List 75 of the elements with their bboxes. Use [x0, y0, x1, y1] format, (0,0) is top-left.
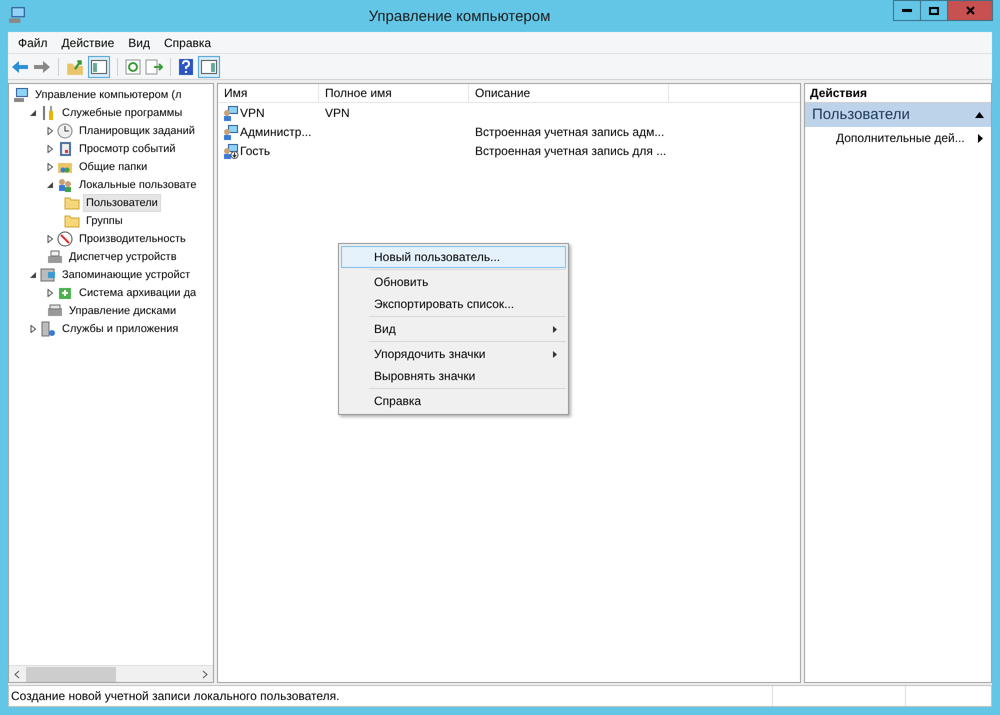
table-cell: Встроенная учетная запись адм... — [475, 124, 664, 138]
refresh-icon[interactable] — [125, 58, 141, 74]
panel-icon — [201, 60, 217, 74]
tree-item[interactable]: Группы — [83, 212, 126, 230]
column-header[interactable]: Имя — [218, 84, 319, 102]
collapsed-caret-icon[interactable] — [46, 235, 54, 243]
expanded-caret-icon[interactable] — [29, 109, 37, 117]
tree-item[interactable]: Служебные программы — [59, 104, 186, 122]
close-button[interactable] — [947, 0, 993, 21]
users-icon — [57, 177, 73, 193]
storage-icon — [40, 267, 56, 283]
disk-drive-icon — [47, 303, 63, 319]
menu-item[interactable]: Вид — [341, 318, 566, 340]
menu-item[interactable]: Действие — [56, 34, 120, 52]
close-icon — [966, 6, 974, 15]
column-header[interactable]: Описание — [469, 84, 669, 102]
folder-icon — [64, 195, 80, 211]
collapsed-caret-icon[interactable] — [46, 289, 54, 297]
menu-item[interactable]: Новый пользователь... — [341, 246, 566, 268]
folder-up-icon[interactable] — [66, 58, 84, 76]
folder-icon — [64, 213, 80, 229]
action-pane-toggle[interactable] — [198, 56, 220, 78]
tree-item[interactable]: Локальные пользовате — [76, 176, 200, 194]
column-header[interactable]: Полное имя — [319, 84, 469, 102]
printer-icon — [47, 249, 63, 265]
panel-icon — [91, 60, 107, 74]
console-tree-toggle[interactable] — [88, 56, 110, 78]
table-cell: Встроенная учетная запись для ... — [475, 144, 666, 158]
status-text: Создание новой учетной записи локального пользователя. — [10, 688, 340, 705]
menu-item[interactable]: Справка — [158, 34, 218, 52]
export-list-icon[interactable] — [145, 58, 163, 74]
collapsed-caret-icon[interactable] — [46, 145, 54, 153]
window-title: Управление компьютером — [368, 7, 550, 27]
menu-item[interactable]: Выровнять значки — [341, 365, 566, 387]
computer-icon[interactable] — [8, 6, 26, 24]
minimize-button[interactable] — [893, 0, 921, 21]
tree-item[interactable]: Планировщик заданий — [76, 122, 198, 140]
computer-icon — [13, 87, 29, 103]
tree-item[interactable]: Управление дисками — [66, 302, 180, 320]
menu-item[interactable]: Справка — [341, 390, 566, 412]
tree-item[interactable]: Пользователи — [83, 194, 161, 212]
menu-item[interactable]: Файл — [12, 34, 54, 52]
user-name[interactable]: Администр... — [240, 122, 312, 140]
expanded-caret-icon[interactable] — [46, 181, 54, 189]
tree-item[interactable]: Службы и приложения — [59, 320, 182, 338]
action-link[interactable]: Дополнительные дей... — [805, 127, 991, 149]
log-book-icon — [57, 141, 73, 157]
tree-item[interactable]: Общие папки — [76, 158, 150, 176]
tree-item[interactable]: Просмотр событий — [76, 140, 179, 158]
tree-item[interactable]: Диспетчер устройств — [66, 248, 180, 266]
tree-item[interactable]: Управление компьютером (л — [32, 86, 184, 104]
user-icon — [223, 124, 239, 140]
tree-item[interactable]: Производительность — [76, 230, 189, 248]
table-cell: VPN — [325, 106, 350, 120]
horizontal-scrollbar[interactable] — [9, 665, 213, 682]
forward-arrow-icon[interactable] — [33, 60, 51, 74]
clock-icon — [57, 123, 73, 139]
expanded-caret-icon[interactable] — [29, 271, 37, 279]
section-header[interactable]: Пользователи — [805, 103, 991, 127]
user-name[interactable]: VPN — [240, 104, 265, 122]
collapse-caret-icon — [975, 112, 984, 118]
pane-title: Действия — [810, 85, 868, 102]
menu-item[interactable]: Экспортировать список... — [341, 293, 566, 315]
disabled-user-icon — [223, 142, 239, 158]
user-icon — [223, 104, 239, 120]
menu-item[interactable]: Вид — [122, 34, 156, 52]
collapsed-caret-icon[interactable] — [46, 127, 54, 135]
menu-item[interactable]: Упорядочить значки — [341, 343, 566, 365]
help-icon[interactable] — [178, 58, 194, 76]
menu-item[interactable]: Обновить — [341, 271, 566, 293]
back-arrow-icon[interactable] — [11, 60, 29, 74]
tree-item[interactable]: Система архивации да — [76, 284, 200, 302]
collapsed-caret-icon[interactable] — [46, 163, 54, 171]
collapsed-caret-icon[interactable] — [29, 325, 37, 333]
tree-item[interactable]: Запоминающие устройст — [59, 266, 194, 284]
